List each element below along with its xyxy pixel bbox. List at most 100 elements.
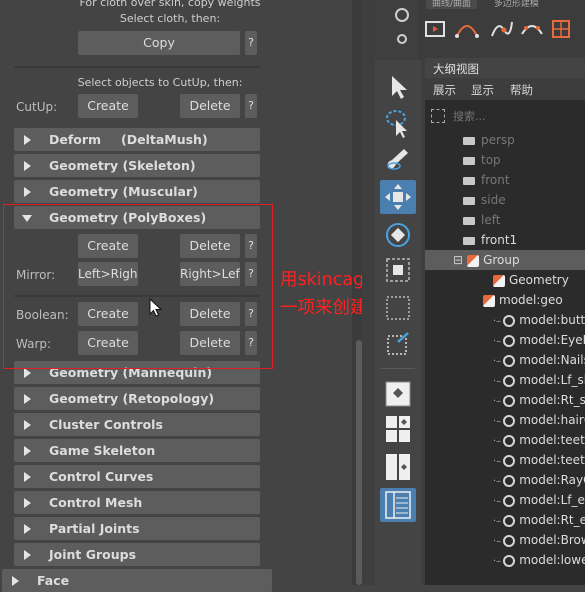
settings-dot-icon[interactable] [397,34,407,44]
tool-divider [381,368,415,369]
four-view-layout-icon[interactable] [384,414,412,444]
section-title: Face [37,573,70,588]
arc-tool-icon[interactable] [454,18,480,40]
cloth-hint: For cloth over skin, copy weights [79,0,261,9]
section-title: Deform [49,132,102,147]
outliner-item[interactable]: left [425,210,585,230]
mesh-node-icon [503,454,516,467]
two-view-layout-icon[interactable] [384,452,412,482]
cutup-hint: Select objects to CutUp, then: [77,76,243,89]
outliner-item-label: model:EyeLa [519,333,585,347]
surface-tool-icon[interactable] [520,18,544,40]
cutup-create-button[interactable]: Create [78,94,138,118]
outliner-item[interactable]: ·– model:butto [425,310,585,330]
outliner-item[interactable]: ·– model:teeth [425,450,585,470]
camera-icon [463,216,475,225]
outliner-item[interactable]: persp [425,130,585,150]
tree-connector-icon: ·– [493,516,502,527]
shelf-tab-curves[interactable]: 曲线/曲面 [426,0,478,9]
search-filter-icon[interactable] [431,109,445,123]
outliner-layout-icon [385,491,411,519]
section-geometry-retopology[interactable]: Geometry (Retopology) [14,387,260,410]
outliner-item-label: model:teeth [519,453,585,467]
section-partial-joints[interactable]: Partial Joints [14,517,260,540]
section-title: Cluster Controls [49,417,163,432]
scale-tool-icon[interactable] [384,256,412,284]
section-geometry-muscular[interactable]: Geometry (Muscular) [14,180,260,203]
outliner-item[interactable]: model:geo [425,290,585,310]
outliner-item[interactable]: ·– model:Lf_sh [425,370,585,390]
expand-arrow-icon [24,472,31,482]
outliner-item[interactable]: ·– model:teeth [425,430,585,450]
outliner-item-label: model:geo [499,293,563,307]
select-tool-icon[interactable] [388,74,410,100]
search-input[interactable] [451,106,585,126]
section-geometry-skeleton[interactable]: Geometry (Skeleton) [14,154,260,177]
lattice-tool-icon[interactable] [550,18,574,40]
outliner-item[interactable]: Geometry [425,270,585,290]
section-title: Control Mesh [49,495,143,510]
outliner-item-label: top [481,153,501,167]
single-view-layout-icon[interactable] [384,380,412,408]
outliner-item[interactable]: top [425,150,585,170]
section-control-curves[interactable]: Control Curves [14,465,260,488]
mesh-node-icon [503,394,516,407]
outliner-menubar: 展示 显示 帮助 [425,78,585,100]
outliner-item-label: Group [483,253,520,267]
outliner-item[interactable]: ·– model:hairG [425,410,585,430]
outliner-item-label: model:Lf_sh [519,373,585,387]
outliner-item[interactable]: ·– model:lowe [425,550,585,570]
menu-display[interactable]: 展示 [433,82,456,98]
tree-connector-icon: ·– [493,376,502,387]
outliner-item[interactable]: ⊟ Group [425,250,585,270]
mesh-node-icon [503,314,516,327]
curve-tool-icon[interactable] [490,18,514,40]
outliner-item[interactable]: ·– model:Lf_ey [425,490,585,510]
expand-arrow-icon [24,524,31,534]
lasso-tool-icon[interactable] [384,108,412,138]
copy-button[interactable]: Copy [78,31,240,55]
move-tool-button[interactable] [380,180,416,214]
outliner-item[interactable]: ·– model:Brow [425,530,585,550]
section-control-mesh[interactable]: Control Mesh [14,491,260,514]
section-title: Geometry (Muscular) [49,184,198,199]
section-deform[interactable]: Deform (DeltaMush) [14,128,260,151]
outliner-item[interactable]: ·– model:RayG [425,470,585,490]
camera-icon [463,136,475,145]
expand-arrow-icon [24,420,31,430]
outliner-search[interactable] [425,104,585,128]
outliner-item-label: model:Rt_sh [519,393,585,407]
section-game-skeleton[interactable]: Game Skeleton [14,439,260,462]
shelf-tabs: 曲线/曲面 多边形建模 [418,0,585,10]
section-cluster-controls[interactable]: Cluster Controls [14,413,260,436]
copy-help-button[interactable]: ? [245,31,257,55]
outliner-item[interactable]: front1 [425,230,585,250]
shelf-tab-polygons[interactable]: 多边形建模 [494,0,539,9]
cutup-delete-button[interactable]: Delete [180,94,240,118]
outliner-item-label: left [481,213,501,227]
mesh-node-icon [503,534,516,547]
last-tool-icon[interactable] [384,330,412,358]
section-title: Geometry (Skeleton) [49,158,196,173]
cutup-help-button[interactable]: ? [245,94,257,118]
section-divider [14,66,260,68]
soft-select-icon[interactable] [384,294,412,322]
gear-icon[interactable] [395,8,409,22]
cutup-label: CutUp: [16,100,58,114]
section-joint-groups[interactable]: Joint Groups [14,543,260,566]
outliner-item[interactable]: front [425,170,585,190]
collapse-toggle-icon[interactable]: ⊟ [453,253,463,267]
outliner-item[interactable]: ·– model:EyeLa [425,330,585,350]
section-face[interactable]: Face [2,569,272,592]
outliner-item[interactable]: ·– model:Nails [425,350,585,370]
outliner-item[interactable]: ·– model:Rt_ey [425,510,585,530]
menu-show[interactable]: 显示 [471,82,494,98]
render-icon[interactable] [424,18,446,40]
menu-help[interactable]: 帮助 [510,82,533,98]
outliner-item[interactable]: ·– model:Rt_sh [425,390,585,410]
outliner-item[interactable]: side [425,190,585,210]
section-title: Joint Groups [49,547,137,562]
outliner-layout-button[interactable] [380,488,416,522]
paint-tool-icon[interactable] [384,146,412,174]
rotate-tool-icon[interactable] [384,220,412,250]
